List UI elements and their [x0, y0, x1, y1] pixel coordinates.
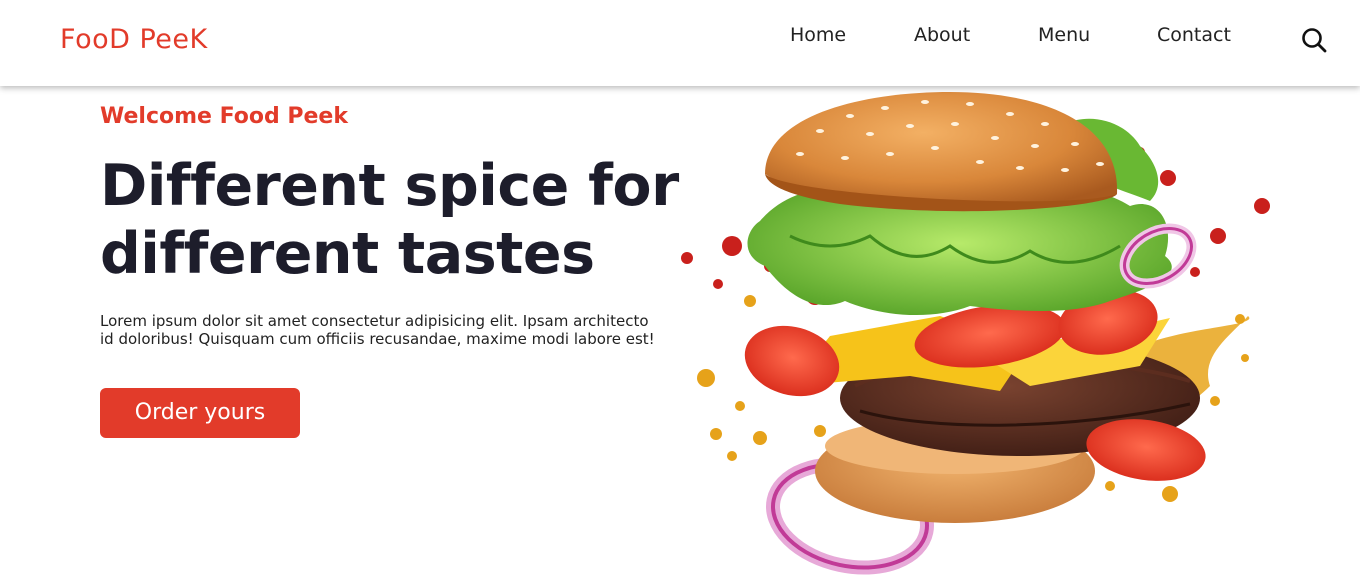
nav-about[interactable]: About — [914, 24, 970, 46]
site-header: FooD PeeK Home About Menu Contact — [0, 0, 1360, 86]
nav-home[interactable]: Home — [790, 24, 846, 46]
burger-image — [670, 86, 1290, 580]
nav-contact[interactable]: Contact — [1157, 24, 1231, 46]
hero-headline: Different spice for different tastes — [100, 153, 679, 287]
nav-menu[interactable]: Menu — [1038, 24, 1090, 46]
search-icon[interactable] — [1300, 26, 1328, 54]
hero-description: Lorem ipsum dolor sit amet consectetur a… — [100, 312, 655, 348]
order-yours-button[interactable]: Order yours — [100, 388, 300, 438]
main-nav: Home About Menu Contact — [0, 24, 1360, 54]
welcome-text: Welcome Food Peek — [100, 104, 348, 129]
